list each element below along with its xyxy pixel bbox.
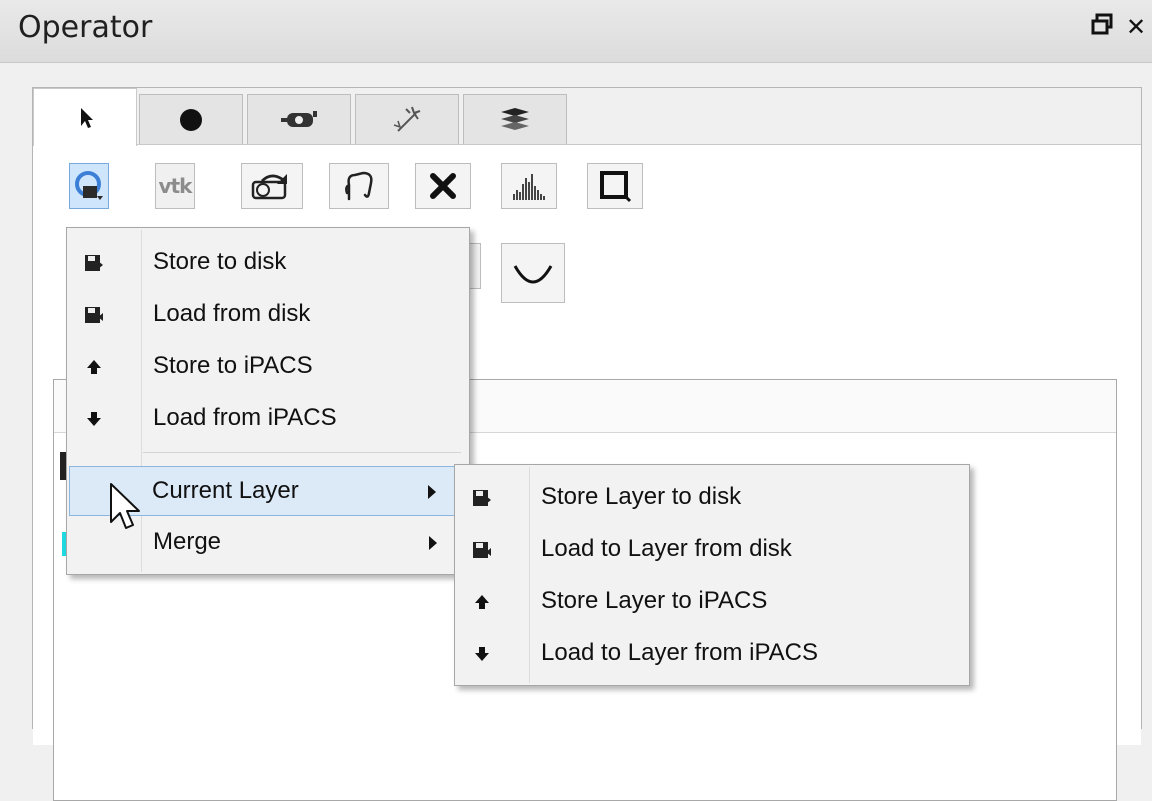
clear-button[interactable] (415, 163, 471, 209)
dock-title-bar: Operator ✕ (0, 0, 1152, 63)
tab-wand[interactable] (355, 94, 459, 144)
menu-item-label: Store to disk (153, 248, 287, 275)
tab-bar (33, 88, 1141, 146)
tab-brush[interactable] (139, 94, 243, 144)
float-icon[interactable] (1090, 12, 1114, 43)
camera-icon (281, 110, 317, 127)
tab-pointer[interactable] (33, 88, 137, 146)
mouse-cursor-icon (110, 483, 140, 529)
menu-item-label: Load from disk (153, 300, 311, 327)
current-layer-submenu: Store Layer to disk Load to Layer from d… (454, 464, 970, 686)
curve-button[interactable] (501, 243, 565, 303)
submenu-item-label: Store Layer to disk (541, 483, 742, 510)
submenu-item-label: Load to Layer from disk (541, 535, 792, 562)
submenu-item-label: Store Layer to iPACS (541, 587, 768, 614)
lasso-button[interactable] (329, 163, 389, 209)
submenu-item-label: Load to Layer from iPACS (541, 639, 819, 666)
magic-wand-icon (393, 106, 421, 132)
menu-item-store-to-ipacs[interactable]: Store to iPACS (69, 342, 467, 392)
menu-item-label: Load from iPACS (153, 404, 337, 431)
image-io-icon (75, 171, 103, 200)
lasso-icon (345, 171, 373, 201)
rotate-3d-icon (251, 174, 287, 200)
menu-separator (143, 452, 461, 453)
arrow-pointer-icon (81, 107, 93, 128)
close-icon[interactable]: ✕ (1126, 12, 1146, 42)
crop-frame-icon (600, 171, 632, 203)
menu-item-label: Store to iPACS (153, 352, 313, 379)
save-disk-icon (83, 252, 105, 274)
menu-item-label: Merge (153, 528, 222, 555)
submenu-item-load-to-layer-from-ipacs[interactable]: Load to Layer from iPACS (457, 629, 967, 679)
curve-icon (513, 265, 553, 284)
arrow-down-icon (83, 408, 105, 430)
tab-layers[interactable] (463, 94, 567, 144)
rotate-button[interactable] (241, 163, 303, 209)
load-disk-icon (471, 539, 493, 561)
save-disk-icon (471, 487, 493, 509)
crop-button[interactable] (587, 163, 643, 209)
tab-camera[interactable] (247, 94, 351, 144)
layers-icon (501, 107, 529, 130)
histogram-icon (513, 174, 545, 200)
submenu-item-store-layer-to-disk[interactable]: Store Layer to disk (457, 473, 967, 523)
vtk-label: vtk (158, 174, 193, 198)
image-io-button[interactable] (69, 163, 109, 209)
arrow-up-icon (83, 356, 105, 378)
arrow-down-icon (471, 643, 493, 665)
load-disk-icon (83, 304, 105, 326)
submenu-item-load-to-layer-from-disk[interactable]: Load to Layer from disk (457, 525, 967, 575)
vtk-button[interactable]: vtk (155, 163, 195, 209)
arrow-up-icon (471, 591, 493, 613)
menu-item-label: Current Layer (152, 477, 299, 504)
submenu-item-store-layer-to-ipacs[interactable]: Store Layer to iPACS (457, 577, 967, 627)
submenu-arrow-icon (428, 485, 436, 499)
x-icon (430, 173, 456, 199)
submenu-arrow-icon (429, 536, 437, 550)
histogram-button[interactable] (501, 163, 557, 209)
menu-item-load-from-ipacs[interactable]: Load from iPACS (69, 394, 467, 444)
window-title: Operator (18, 10, 153, 45)
menu-item-load-from-disk[interactable]: Load from disk (69, 290, 467, 340)
menu-item-store-to-disk[interactable]: Store to disk (69, 238, 467, 288)
dot-brush-icon (180, 108, 202, 131)
